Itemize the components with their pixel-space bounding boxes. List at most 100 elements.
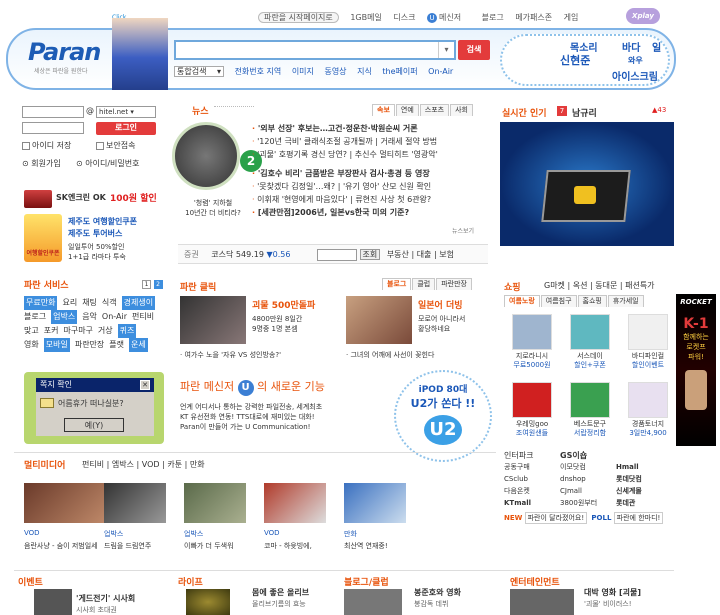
poll-link[interactable]: 파란에 한마디! <box>613 512 664 524</box>
entertainment-item[interactable]: 대박 영화 [괴물] <box>584 587 641 598</box>
rocket-banner[interactable]: ROCKET K-1 함께하는 로켓프 파워! <box>676 294 716 446</box>
tab-paranmanjang[interactable]: 파란만장 <box>436 278 472 290</box>
service-link[interactable]: 플랫 <box>109 338 124 352</box>
stock-query-button[interactable]: 조회 <box>359 249 381 260</box>
click-item-1-title[interactable]: 괴물 500만돌파 <box>252 298 315 311</box>
live-search-keyword[interactable]: 남규리 <box>572 106 597 119</box>
news-item[interactable]: · '김호수 비리' 금품받은 부장판사 검사·총경 등 영장 <box>252 167 488 180</box>
service-link[interactable]: 무료만화 <box>24 296 58 310</box>
disk-link[interactable]: 디스크 <box>393 13 415 22</box>
partner-link[interactable]: 다음온켓 <box>504 485 560 497</box>
shopping-item[interactable]: 서스데이 할인+쿠폰 <box>562 314 618 370</box>
multimedia-caption[interactable]: 드림을 드림연주 <box>104 541 151 551</box>
login-button[interactable]: 로그인 <box>96 122 156 135</box>
tab-embox[interactable]: 엠박스 <box>112 460 134 469</box>
tab-breaking[interactable]: 속보 <box>372 104 395 116</box>
service-link[interactable]: 음악 <box>82 310 97 324</box>
stock-search-input[interactable] <box>316 248 357 261</box>
paran-logo[interactable]: Paran <box>28 38 101 66</box>
mail-link[interactable]: 1GB메일 <box>350 13 382 22</box>
page-2-button[interactable]: 2 <box>153 280 163 289</box>
password-input[interactable] <box>22 122 84 134</box>
service-link[interactable]: 마구마구 <box>63 324 92 338</box>
partner-link[interactable]: Hmall <box>616 461 672 473</box>
partner-link[interactable]: dnshop <box>560 473 616 485</box>
news-item[interactable]: · '괴물' 호평기록 경신 당연? | 추신수 멀티히트 '영광악' <box>252 148 488 161</box>
entertainment-thumb[interactable] <box>510 589 574 615</box>
service-link[interactable]: On-Air <box>102 310 127 324</box>
id-input[interactable] <box>22 106 84 118</box>
multimedia-thumb[interactable] <box>104 483 166 523</box>
ipod-promo[interactable]: iPOD 80대 U2가 쏜다 !! U2 <box>394 370 492 462</box>
blog-thumb[interactable] <box>344 589 402 615</box>
tab-bedding[interactable]: 여름침구 <box>540 295 577 307</box>
chevron-down-icon[interactable]: ▾ <box>438 42 454 58</box>
news-item[interactable]: · '못찾겠다 김정일'…왜? | '유기 영아' 산모 신원 확인 <box>252 180 488 193</box>
service-link[interactable]: 퀴즈 <box>117 324 137 338</box>
service-link[interactable]: 펀티비 <box>132 310 154 324</box>
news-photo-caption[interactable]: '청렴' 지하철 10년간 더 비티라? <box>178 198 248 218</box>
popup-ok-button[interactable]: 예(Y) <box>64 418 124 432</box>
click-caption-2[interactable]: · 그녀의 어깨에 사선이 꽂힌다 <box>346 350 434 360</box>
hot-word[interactable]: 바다 <box>622 39 640 54</box>
click-thumb-2[interactable] <box>346 296 412 344</box>
tab-vacation-sale[interactable]: 휴가세일 <box>607 295 644 307</box>
link-loan[interactable]: 대출 <box>417 250 432 259</box>
shopping-item[interactable]: 베스트문구 서랍정리함 <box>562 382 618 438</box>
page-1-button[interactable]: 1 <box>142 280 151 289</box>
service-link[interactable]: 운세 <box>129 338 148 352</box>
tab-club[interactable]: 클럽 <box>412 278 436 290</box>
live-search-image[interactable] <box>500 122 674 246</box>
life-thumb[interactable] <box>186 589 230 615</box>
close-icon[interactable]: ✕ <box>140 380 150 390</box>
partner-link[interactable]: 이모닷컴 <box>560 461 616 473</box>
game-link[interactable]: 게임 <box>564 13 579 22</box>
tab-summer[interactable]: 여름노랑 <box>504 295 540 307</box>
multimedia-caption[interactable]: 코마 - 하윳빙에, <box>264 541 312 551</box>
blog-link[interactable]: 블로그 <box>482 13 504 22</box>
shopping-item[interactable]: 지로라니시 무료5000원 <box>504 314 560 370</box>
save-id-checkbox[interactable]: 아이디 저장 <box>22 140 71 151</box>
service-link[interactable]: 블로그 <box>24 310 46 324</box>
hot-word[interactable]: 신현준 <box>560 52 590 68</box>
search-tab-phone[interactable]: 전화번호 지역 <box>235 67 282 76</box>
partner-link[interactable]: 공동구매 <box>504 461 560 473</box>
link-dongdaemun[interactable]: 동대문 <box>595 281 617 290</box>
multimedia-thumb[interactable] <box>344 483 406 523</box>
tab-society[interactable]: 사회 <box>450 104 473 116</box>
tab-sports[interactable]: 스포츠 <box>419 104 450 116</box>
sk-ad[interactable]: SK엔크린 OK 100원 할인 <box>24 188 164 210</box>
event-thumb[interactable] <box>34 589 72 615</box>
join-link[interactable]: ⊙ 회원가입 <box>22 158 61 169</box>
service-link[interactable]: 포커 <box>44 324 59 338</box>
click-caption-1[interactable]: · 여가수 노을 '자유 VS 성인방송?' <box>180 350 281 360</box>
search-tab-image[interactable]: 이미지 <box>292 67 314 76</box>
shopping-item[interactable]: 바디파인컬 할인이벤트 <box>620 314 676 370</box>
search-button[interactable]: 검색 <box>458 40 490 60</box>
service-link[interactable]: 파란만장 <box>75 338 104 352</box>
model-image[interactable] <box>112 18 168 90</box>
service-link[interactable]: 모바일 <box>43 338 70 352</box>
news-more-link[interactable]: 뉴스보기 <box>452 226 474 235</box>
tab-homeshopping[interactable]: 홈쇼핑 <box>577 295 607 307</box>
click-item-2-title[interactable]: 일본어 더빙 <box>418 298 463 311</box>
hot-word[interactable]: 와우 <box>628 55 643 66</box>
messenger-promo[interactable]: 파란 메신저 U 의 새로운 기능 언계 어디서나 통하는 강력한 파일전송, … <box>180 378 410 440</box>
hot-word[interactable]: 일 <box>652 39 661 54</box>
tab-entertainment[interactable]: 연예 <box>395 104 419 116</box>
multimedia-caption[interactable]: 최산역 연재중! <box>344 541 388 551</box>
search-tab-onair[interactable]: On-Air <box>428 67 453 76</box>
news-item[interactable]: · [세관만점]2006년, 일본vs한국 미의 기준? <box>252 206 488 219</box>
partner-link[interactable]: 롯데닷컴 <box>616 473 672 485</box>
search-tab-video[interactable]: 동영상 <box>324 67 346 76</box>
megapass-link[interactable]: 메가패스존 <box>515 13 552 22</box>
life-item[interactable]: 몸에 좋은 올리브 <box>252 587 309 598</box>
messenger-link[interactable]: U 메신저 <box>427 13 470 23</box>
xplay-logo[interactable]: Xplay <box>626 8 660 24</box>
multimedia-thumb[interactable] <box>184 483 246 523</box>
event-item[interactable]: '게드전기' 시사회 <box>76 593 135 604</box>
search-tab-paper[interactable]: the페이퍼 <box>382 67 417 76</box>
partner-link[interactable]: 신세계몰 <box>616 485 672 497</box>
note-popup[interactable]: 쪽지 확인 ✕ 어름휴가 떠나실분? 예(Y) <box>24 372 164 444</box>
blog-item[interactable]: 봉준호와 영화 <box>414 587 461 598</box>
